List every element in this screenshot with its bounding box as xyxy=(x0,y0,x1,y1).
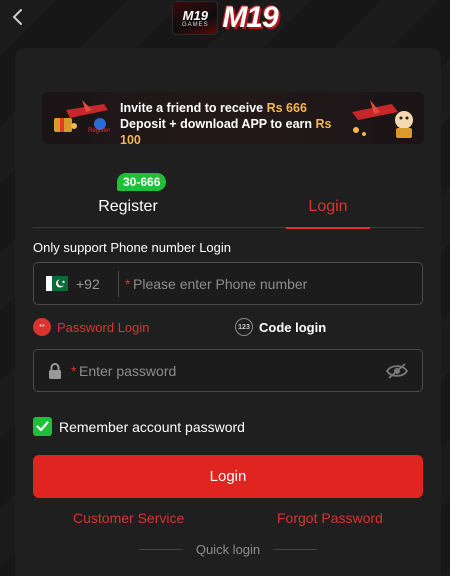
banner-tiny-label: Register xyxy=(88,128,111,134)
remember-label: Remember account password xyxy=(59,418,245,435)
divider-line-left xyxy=(139,548,183,550)
logo-badge-title: M19 xyxy=(182,7,208,23)
remember-checkbox[interactable] xyxy=(33,417,52,436)
tab-login-label: Login xyxy=(308,198,348,215)
logo-badge: M19 GAMES xyxy=(172,1,219,35)
lock-icon xyxy=(49,363,61,379)
register-bonus-badge: 30-666 xyxy=(117,173,167,191)
banner-line-2-text: Deposit + download APP to earn xyxy=(120,117,316,131)
remember-password[interactable]: Remember account password xyxy=(33,417,245,436)
chevron-left-icon xyxy=(12,9,22,25)
quick-login-label: Quick login xyxy=(195,541,261,557)
banner-line-1-amount: Rs 666 xyxy=(266,101,307,115)
banner-line-2: Deposit + download APP to earn Rs 100 xyxy=(120,116,350,144)
code-mode-icon: 123 xyxy=(235,318,253,336)
auth-tabs: Register Login xyxy=(33,186,423,229)
password-login-label: Password Login xyxy=(57,319,150,335)
eye-hidden-icon[interactable] xyxy=(386,363,408,379)
login-button[interactable]: Login xyxy=(33,455,423,498)
phone-input[interactable] xyxy=(133,263,413,304)
tab-register[interactable]: Register xyxy=(73,186,183,228)
forgot-password-link[interactable]: Forgot Password xyxy=(277,510,383,526)
logo-wordmark: M19 xyxy=(222,1,278,34)
help-links: Customer Service Forgot Password xyxy=(33,510,423,526)
phone-field: +92 * xyxy=(33,262,423,305)
divider-line-right xyxy=(273,548,317,550)
banner-line-1: Invite a friend to receive Rs 666 xyxy=(120,100,350,116)
banner-line-1-text: Invite a friend to receive xyxy=(120,101,267,115)
code-login-option[interactable]: 123 Code login xyxy=(235,318,326,336)
logo-badge-subtitle: GAMES xyxy=(181,21,209,28)
customer-service-link[interactable]: Customer Service xyxy=(73,510,184,526)
password-login-option[interactable]: ** Password Login xyxy=(33,318,150,336)
active-tab-underline xyxy=(286,227,370,229)
password-mode-icon: ** xyxy=(33,318,51,336)
mascot-illustration-icon xyxy=(352,100,413,138)
top-bar: M19 GAMES M19 xyxy=(0,0,450,40)
promo-banner[interactable]: Invite a friend to receive Rs 666 Deposi… xyxy=(42,92,424,144)
login-mode-switch: ** Password Login 123 Code login xyxy=(33,318,423,336)
phone-required-mark: * xyxy=(125,276,131,292)
password-required-mark: * xyxy=(71,363,77,379)
banner-text: Invite a friend to receive Rs 666 Deposi… xyxy=(120,100,350,144)
checkmark-icon xyxy=(36,421,49,432)
app-logo: M19 GAMES M19 xyxy=(172,1,279,35)
quick-login-divider: Quick login xyxy=(139,541,317,557)
password-field: * xyxy=(33,349,423,392)
pakistan-flag-icon xyxy=(46,276,68,291)
login-hint: Only support Phone number Login xyxy=(33,240,232,255)
back-button[interactable] xyxy=(6,4,28,30)
tab-login[interactable]: Login xyxy=(273,186,383,229)
password-input[interactable] xyxy=(79,350,379,391)
country-code[interactable]: +92 xyxy=(76,276,100,292)
code-login-label: Code login xyxy=(259,319,327,335)
tab-register-label: Register xyxy=(98,198,158,215)
field-divider xyxy=(118,271,119,297)
